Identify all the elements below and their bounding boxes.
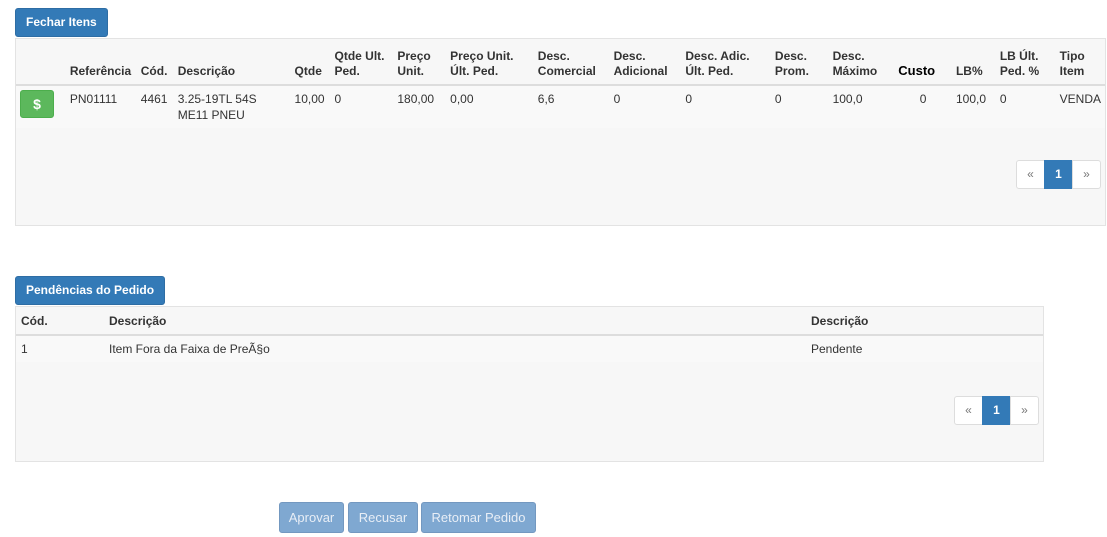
cell-custo: 0 [894, 84, 952, 128]
cell-desc-prom: 0 [770, 84, 829, 128]
pendencias-button[interactable]: Pendências do Pedido [15, 276, 166, 305]
col-custo: Custo [894, 39, 952, 86]
cell-lb: 100,0 [951, 84, 996, 128]
pendencias-table: Cód. Descrição Descrição 1 Item Fora da … [16, 307, 1043, 362]
cell-referencia: PN01111 [65, 84, 137, 128]
col-pend-descricao: Descrição [105, 307, 807, 336]
col-descricao: Descrição [173, 39, 291, 86]
cell-preco-unit: 180,00 [393, 84, 447, 128]
col-qtde: Qtde [290, 39, 331, 86]
col-action [16, 39, 66, 86]
col-referencia: Referência [65, 39, 137, 86]
col-pend-status: Descrição [807, 307, 1043, 336]
aprovar-button[interactable]: Aprovar [279, 502, 344, 533]
pagination-page-button[interactable]: 1 [982, 396, 1011, 425]
col-cod: Cód. [136, 39, 174, 86]
fechar-itens-table: Referência Cód. Descrição Qtde Qtde Ult.… [16, 39, 1105, 128]
pendencias-pagination: « 1 » [954, 396, 1039, 425]
col-tipo: Tipo Item [1055, 39, 1105, 86]
col-desc-prom: Desc. Prom. [770, 39, 829, 86]
fechar-itens-panel: Referência Cód. Descrição Qtde Qtde Ult.… [15, 38, 1106, 226]
cell-qtde-ult-ped: 0 [330, 84, 394, 128]
col-preco-unit-ult: Preço Unit. Últ. Ped. [446, 39, 534, 86]
col-lb-ult: LB Últ. Ped. % [995, 39, 1056, 86]
col-pend-cod: Cód. [16, 307, 105, 336]
col-preco-unit: Preço Unit. [393, 39, 447, 86]
cell-lb-ult: 0 [995, 84, 1056, 128]
col-qtde-ult-ped: Qtde Ult. Ped. [330, 39, 394, 86]
table-row: $ PN01111 4461 3.25-19TL 54S ME11 PNEU 10… [16, 84, 1105, 128]
pagination-prev-button[interactable]: « [1016, 160, 1045, 189]
fechar-itens-button[interactable]: Fechar Itens [15, 8, 108, 37]
col-desc-max: Desc. Máximo [828, 39, 895, 86]
cell-pend-status: Pendente [807, 334, 1043, 362]
pagination-next-button[interactable]: » [1010, 396, 1039, 425]
cell-pend-descricao: Item Fora da Faixa de PreÃ§o [105, 334, 807, 362]
cell-qtde: 10,00 [290, 84, 331, 128]
col-lb: LB% [951, 39, 996, 86]
cell-desc-adic-ult: 0 [681, 84, 771, 128]
pendencias-panel: Cód. Descrição Descrição 1 Item Fora da … [15, 306, 1044, 462]
col-desc-adicional: Desc. Adicional [609, 39, 682, 86]
pagination-prev-button[interactable]: « [954, 396, 983, 425]
cell-pend-cod: 1 [16, 334, 105, 362]
cell-desc-comercial: 6,6 [533, 84, 610, 128]
pagination-page-button[interactable]: 1 [1044, 160, 1073, 189]
cell-desc-max: 100,0 [828, 84, 895, 128]
col-desc-adic-ult: Desc. Adic. Últ. Ped. [681, 39, 771, 86]
cell-cod: 4461 [136, 84, 174, 128]
cell-descricao: 3.25-19TL 54S ME11 PNEU [173, 84, 291, 128]
retomar-pedido-button[interactable]: Retomar Pedido [421, 502, 536, 533]
col-desc-comercial: Desc. Comercial [533, 39, 610, 86]
cell-preco-unit-ult: 0,00 [446, 84, 534, 128]
fechar-itens-pagination: « 1 » [1016, 160, 1101, 189]
pagination-next-button[interactable]: » [1072, 160, 1101, 189]
cell-tipo: VENDA [1055, 84, 1105, 128]
price-action-button[interactable]: $ [20, 90, 54, 118]
recusar-button[interactable]: Recusar [348, 502, 418, 533]
table-row: 1 Item Fora da Faixa de PreÃ§o Pendente [16, 334, 1043, 362]
cell-desc-adicional: 0 [609, 84, 682, 128]
